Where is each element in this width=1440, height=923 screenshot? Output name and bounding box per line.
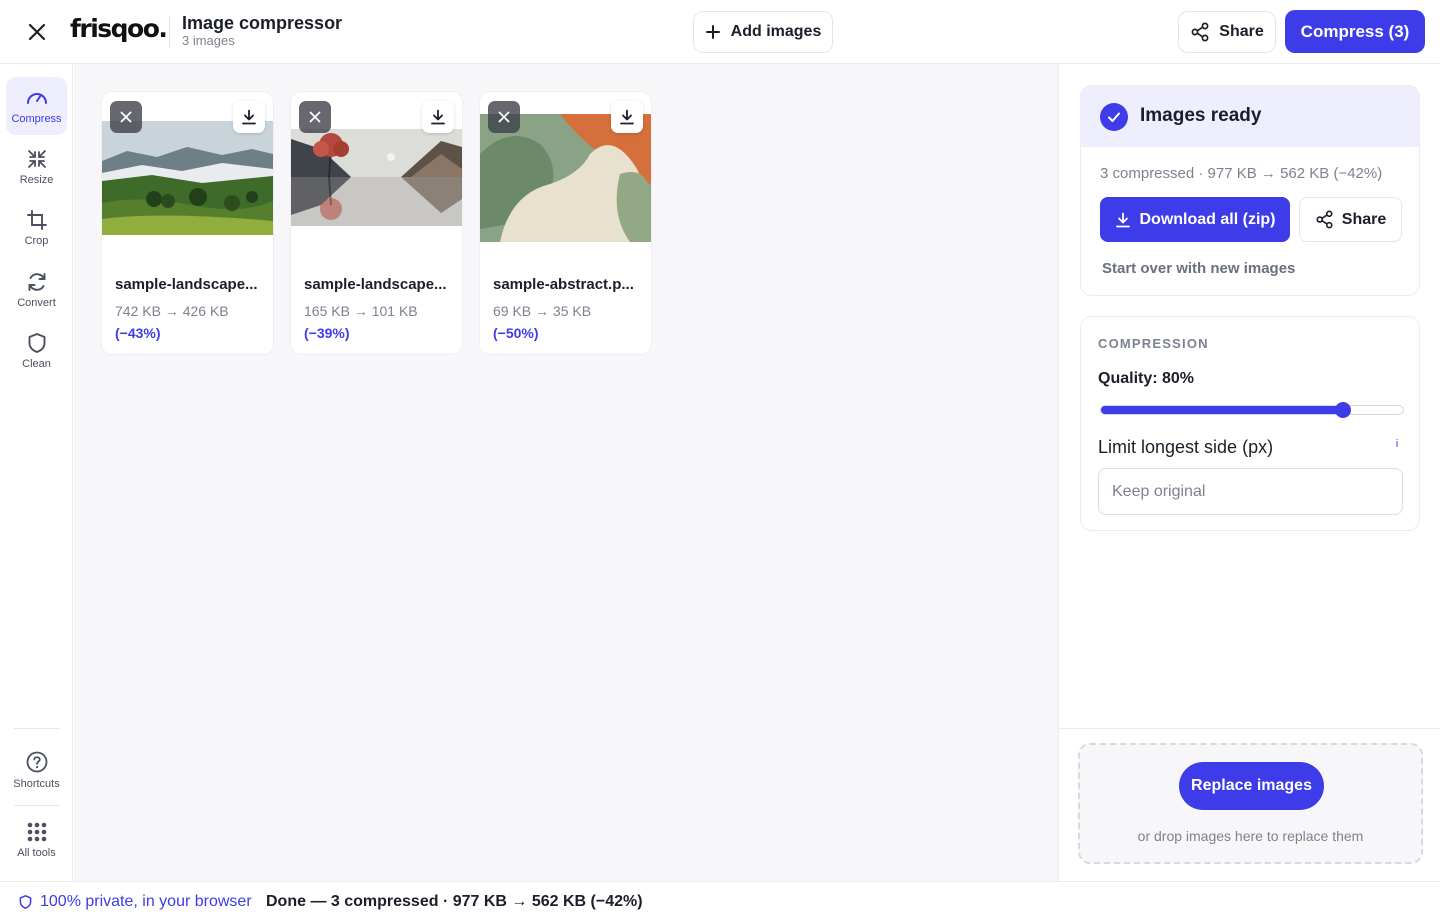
download-image-button[interactable]: [422, 101, 454, 133]
share-button[interactable]: Share: [1178, 11, 1276, 53]
image-file-name: sample-landscape...: [304, 276, 447, 293]
gauge-icon: [26, 93, 47, 104]
panel-divider: [1059, 728, 1440, 729]
close-button[interactable]: [20, 15, 54, 49]
download-icon: [620, 109, 634, 125]
limit-longest-side-input[interactable]: [1098, 468, 1403, 515]
results-summary: 3 compressed · 977 KB → 562 KB (−42%): [1100, 165, 1383, 182]
sidebar-item-compress[interactable]: Compress: [6, 77, 67, 135]
image-size-change: 165 KB → 101 KB: [304, 303, 418, 319]
add-images-button[interactable]: Add images: [693, 11, 833, 53]
privacy-text: 100% private, in your browser: [40, 893, 252, 910]
sidebar-item-resize[interactable]: Resize: [6, 138, 67, 196]
app-logo: frisqoo.: [70, 14, 168, 43]
sidebar-item-label: Clean: [22, 358, 51, 370]
compression-heading: COMPRESSION: [1098, 336, 1209, 351]
page-title: Image compressor: [182, 13, 343, 33]
close-icon: [498, 111, 510, 123]
remove-image-button[interactable]: [110, 101, 142, 133]
add-images-label: Add images: [730, 23, 822, 40]
share-results-label: Share: [1341, 210, 1387, 228]
quality-slider-thumb[interactable]: [1334, 402, 1351, 418]
grid-dots-icon: [27, 822, 46, 842]
results-header: Images ready: [1081, 86, 1419, 147]
drop-hint: or drop images here to replace them: [1137, 828, 1364, 844]
image-reduction: (−39%): [304, 325, 350, 341]
download-icon: [242, 109, 256, 125]
download-all-label: Download all (zip): [1139, 210, 1276, 228]
red-tree-lake-illustration-thumbnail: [291, 129, 462, 226]
sidebar-divider: [14, 805, 60, 806]
share-icon: [1191, 22, 1209, 42]
check-circle-icon: [1100, 103, 1128, 131]
tool-sidebar: Compress Resize Crop Convert Clean Short…: [0, 64, 73, 881]
share-label: Share: [1219, 23, 1264, 40]
top-bar: frisqoo. Image compressor 3 images Add i…: [0, 0, 1440, 64]
sidebar-item-convert[interactable]: Convert: [6, 261, 67, 319]
title-divider: [169, 16, 170, 48]
sidebar-item-label: Compress: [11, 113, 62, 125]
info-icon[interactable]: i: [1391, 438, 1403, 452]
image-card[interactable]: sample-landscape... 742 KB → 426 KB (−43…: [102, 92, 273, 354]
image-size-change: 69 KB → 35 KB: [493, 303, 592, 319]
download-image-button[interactable]: [611, 101, 643, 133]
status-bar: 100% private, in your browser Done — 3 c…: [0, 881, 1440, 923]
image-count: 3 images: [182, 33, 235, 48]
refresh-icon: [28, 273, 45, 291]
start-over-link[interactable]: Start over with new images: [1102, 260, 1295, 277]
image-size-change: 742 KB → 426 KB: [115, 303, 229, 319]
sidebar-item-label: Resize: [19, 174, 54, 186]
sidebar-item-clean[interactable]: Clean: [6, 322, 67, 380]
image-grid: sample-landscape... 742 KB → 426 KB (−43…: [74, 64, 1058, 881]
plus-icon: [705, 25, 720, 39]
sidebar-item-all-tools[interactable]: All tools: [6, 811, 67, 869]
compression-settings-card: COMPRESSION Quality: 80% Limit longest s…: [1080, 316, 1420, 531]
results-title: Images ready: [1140, 105, 1262, 126]
results-card: Images ready 3 compressed · 977 KB → 562…: [1080, 85, 1420, 296]
replace-dropzone[interactable]: Replace images or drop images here to re…: [1078, 743, 1423, 864]
download-image-button[interactable]: [233, 101, 265, 133]
image-reduction: (−50%): [493, 325, 539, 341]
help-circle-icon: [26, 751, 47, 773]
limit-longest-side-label: Limit longest side (px): [1098, 437, 1274, 457]
sidebar-item-crop[interactable]: Crop: [6, 199, 67, 257]
crop-icon: [26, 210, 47, 230]
privacy-notice: 100% private, in your browser: [18, 893, 252, 911]
sidebar-item-label: All tools: [17, 847, 56, 859]
remove-image-button[interactable]: [488, 101, 520, 133]
misty-valley-landscape-thumbnail: [102, 121, 273, 235]
sidebar-item-shortcuts[interactable]: Shortcuts: [6, 741, 67, 799]
quality-label: Quality: 80%: [1098, 370, 1195, 387]
close-icon: [309, 111, 321, 123]
abstract-color-shapes-thumbnail: [480, 114, 651, 242]
image-file-name: sample-landscape...: [115, 276, 258, 293]
quality-slider[interactable]: [1100, 402, 1404, 418]
remove-image-button[interactable]: [299, 101, 331, 133]
shrink-arrows-icon: [27, 150, 46, 168]
sidebar-item-label: Crop: [24, 235, 49, 247]
replace-images-button[interactable]: Replace images: [1179, 762, 1324, 810]
close-icon: [120, 111, 132, 123]
share-results-button[interactable]: Share: [1299, 197, 1402, 242]
image-card[interactable]: sample-landscape... 165 KB → 101 KB (−39…: [291, 92, 462, 354]
share-icon: [1316, 210, 1333, 229]
image-reduction: (−43%): [115, 325, 161, 341]
quality-slider-fill: [1101, 406, 1343, 414]
sidebar-item-label: Shortcuts: [13, 778, 60, 790]
sidebar-divider: [14, 728, 60, 729]
close-icon: [28, 23, 46, 41]
image-file-name: sample-abstract.p...: [493, 276, 634, 293]
shield-icon: [28, 333, 45, 353]
sidebar-item-label: Convert: [17, 297, 56, 309]
shield-icon: [19, 895, 32, 909]
status-text: Done — 3 compressed · 977 KB → 562 KB (−…: [266, 893, 643, 910]
settings-panel: Images ready 3 compressed · 977 KB → 562…: [1058, 64, 1440, 881]
download-icon: [1115, 212, 1130, 227]
image-card[interactable]: sample-abstract.p... 69 KB → 35 KB (−50%…: [480, 92, 651, 354]
compress-button[interactable]: Compress (3): [1285, 10, 1425, 53]
download-all-button[interactable]: Download all (zip): [1100, 197, 1290, 242]
download-icon: [431, 109, 445, 125]
